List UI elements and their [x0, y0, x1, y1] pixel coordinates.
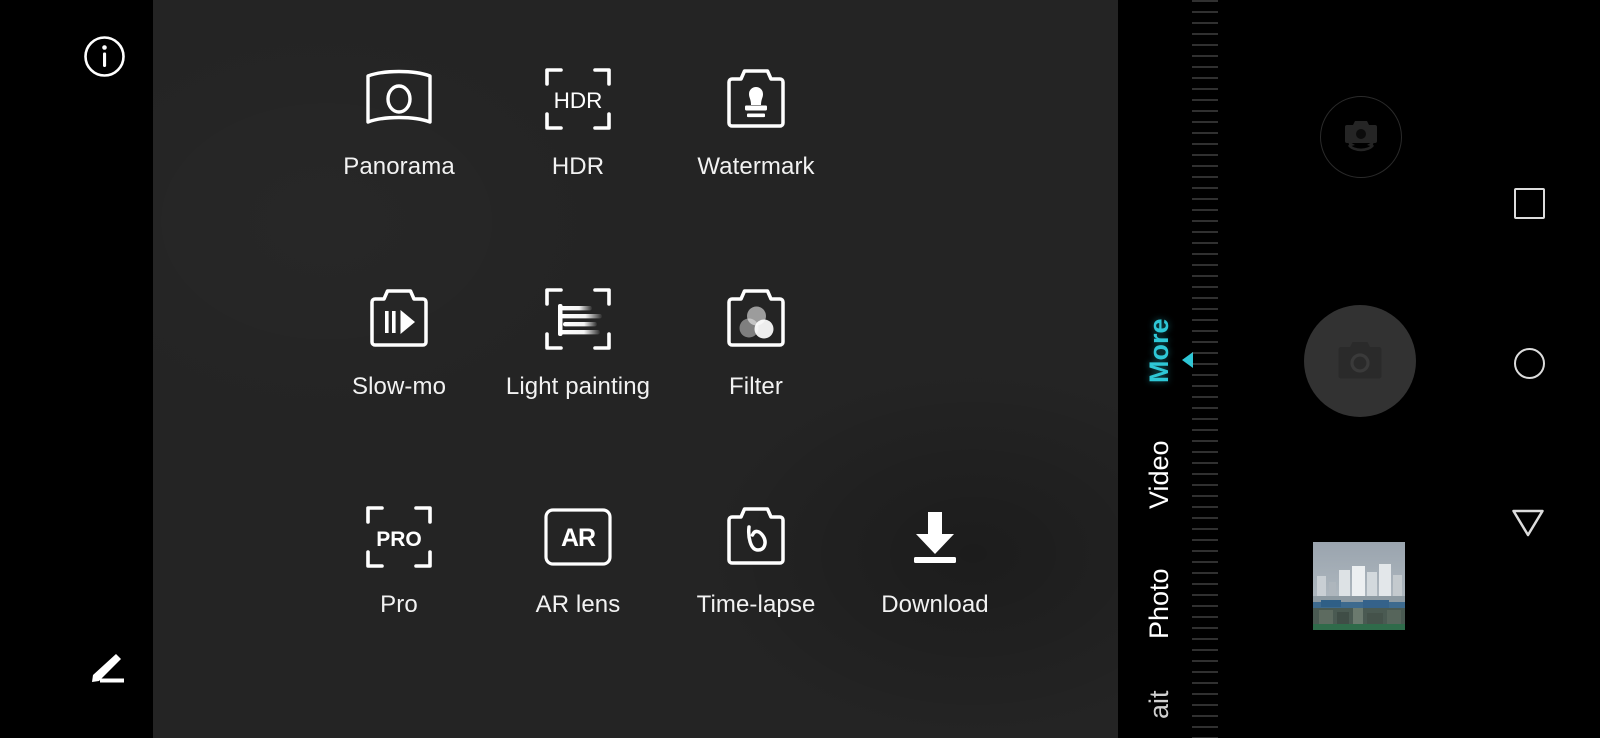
mode-label: Pro	[380, 591, 418, 618]
light-painting-icon	[503, 282, 653, 356]
mode-item-ar-lens[interactable]: AR AR lens	[503, 500, 653, 619]
time-lapse-icon	[681, 500, 831, 574]
mode-item-light-painting[interactable]: Light painting	[503, 282, 653, 401]
mode-label: AR lens	[535, 591, 621, 618]
mode-item-pro[interactable]: PRO Pro	[324, 500, 474, 619]
light-painting-glyph	[545, 288, 611, 350]
mode-label: Slow-mo	[351, 373, 447, 400]
mode-item-hdr[interactable]: HDR HDR	[503, 62, 653, 181]
pro-bracket-glyph: PRO	[366, 506, 432, 568]
hdr-bracket-glyph: HDR	[545, 68, 611, 130]
mode-item-time-lapse[interactable]: Time-lapse	[681, 500, 831, 619]
mode-label: Light painting	[505, 373, 651, 400]
hdr-bracket-icon: HDR	[503, 62, 653, 136]
svg-text:AR: AR	[561, 524, 596, 552]
mode-tab-portrait[interactable]: ait	[1118, 672, 1200, 738]
mode-label: Panorama	[343, 153, 455, 180]
more-modes-panel: Panorama HDR HDR Watermark Slow-mo Light…	[153, 0, 1118, 738]
pencil-edit-glyph	[92, 654, 124, 683]
mode-label: HDR	[551, 153, 605, 180]
mode-item-slow-mo[interactable]: Slow-mo	[324, 282, 474, 401]
mode-label: Watermark	[697, 153, 815, 180]
triangle-back-icon[interactable]	[1511, 508, 1545, 538]
watermark-stamp-icon	[681, 62, 831, 136]
gallery-thumbnail[interactable]	[1313, 542, 1405, 630]
camera-app-screen: Panorama HDR HDR Watermark Slow-mo Light…	[0, 0, 1600, 738]
mode-label: Time-lapse	[696, 591, 816, 618]
ar-lens-icon: AR	[503, 500, 653, 574]
svg-text:PRO: PRO	[376, 528, 422, 551]
watermark-stamp-glyph	[727, 69, 785, 128]
ar-lens-glyph: AR	[544, 508, 612, 566]
download-arrow-icon	[860, 500, 1010, 574]
mode-label: Download	[881, 591, 989, 618]
mode-selector: More Video Photo ait	[1118, 0, 1200, 738]
camera-flip-icon[interactable]	[1320, 96, 1402, 178]
svg-text:HDR: HDR	[554, 88, 603, 113]
left-toolbar	[0, 0, 153, 738]
mode-tab-more[interactable]: More	[1118, 296, 1200, 406]
info-circle-glyph	[84, 36, 125, 77]
pencil-edit-icon[interactable]	[83, 648, 127, 688]
info-circle-icon[interactable]	[82, 34, 127, 79]
square-recents-icon[interactable]	[1514, 188, 1545, 219]
mode-item-filter[interactable]: Filter	[681, 282, 831, 401]
pro-bracket-icon: PRO	[324, 500, 474, 574]
time-lapse-glyph	[727, 507, 785, 565]
slow-motion-glyph	[370, 289, 428, 347]
mode-tab-video[interactable]: Video	[1118, 416, 1200, 534]
panorama-icon	[324, 62, 474, 136]
mode-grid: Panorama HDR HDR Watermark Slow-mo Light…	[153, 0, 1118, 738]
camera-shutter-glyph	[1338, 342, 1382, 379]
camera-shutter-icon[interactable]	[1304, 305, 1416, 417]
mode-item-panorama[interactable]: Panorama	[324, 62, 474, 181]
mode-item-download[interactable]: Download	[860, 500, 1010, 619]
panorama-glyph	[366, 69, 432, 124]
download-arrow-glyph	[914, 512, 956, 563]
gallery-thumbnail-image	[1313, 542, 1405, 630]
mode-item-watermark[interactable]: Watermark	[681, 62, 831, 181]
filter-icon	[681, 282, 831, 356]
mode-tab-photo[interactable]: Photo	[1118, 544, 1200, 664]
mode-ruler-ticks	[1192, 0, 1218, 738]
mode-label: Filter	[729, 373, 783, 400]
camera-flip-glyph	[1345, 121, 1377, 152]
circle-home-icon[interactable]	[1514, 348, 1545, 379]
slow-motion-icon	[324, 282, 474, 356]
triangle-back-glyph	[1512, 509, 1544, 537]
filter-glyph	[727, 289, 785, 347]
